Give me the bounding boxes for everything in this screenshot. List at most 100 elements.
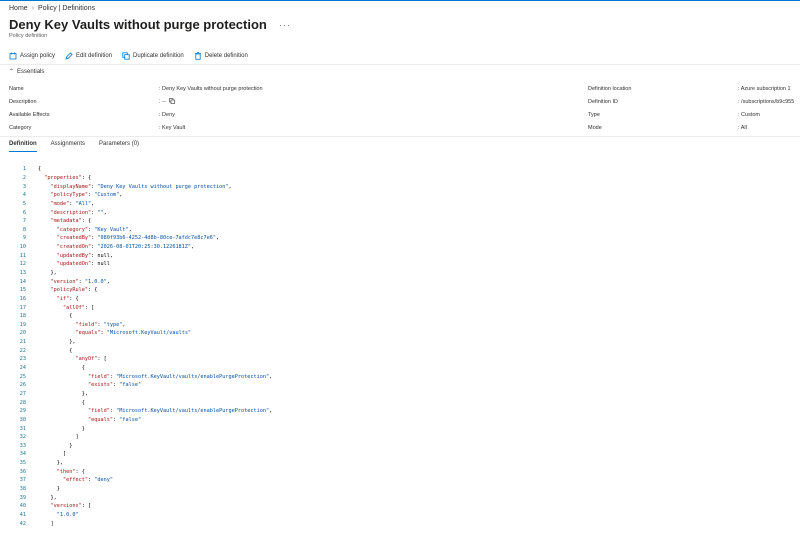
code-line: 16 "if": { xyxy=(0,295,800,304)
code-text: }, xyxy=(38,390,88,397)
code-line: 18 { xyxy=(0,312,800,321)
code-line: 4 "policyType": "Custom", xyxy=(0,191,800,200)
essentials-row-mode: Mode : All xyxy=(588,121,798,134)
line-number: 39 xyxy=(19,494,26,501)
code-text: "policyType": "Custom", xyxy=(50,192,123,199)
code-line: 32 ] xyxy=(0,433,800,442)
essentials-row-effects: Available Effects : Deny xyxy=(9,108,399,121)
line-number: 18 xyxy=(19,313,26,320)
essentials-value-location[interactable]: : Azure subscription 1 xyxy=(738,86,798,92)
essentials-row-description: Description : -- xyxy=(9,95,399,108)
trash-icon xyxy=(194,52,202,60)
code-text: "displayName": "Deny Key Vaults without … xyxy=(50,183,232,190)
code-text: "field": "type", xyxy=(75,321,126,328)
duplicate-definition-button[interactable]: Duplicate definition xyxy=(122,52,184,60)
code-line: 17 "allOf": [ xyxy=(0,303,800,312)
assign-icon xyxy=(9,52,17,60)
line-number: 30 xyxy=(19,416,26,423)
code-line: 21 }, xyxy=(0,338,800,347)
code-line: 42 ] xyxy=(0,519,800,528)
essentials-label: Essentials xyxy=(17,68,45,75)
breadcrumb: Home › Policy | Definitions xyxy=(9,5,95,12)
code-line: 34 ] xyxy=(0,450,800,459)
essentials-row-type: Type : Custom xyxy=(588,108,798,121)
line-number: 8 xyxy=(22,226,26,233)
code-text: }, xyxy=(38,270,57,276)
code-text: "effect": "deny" xyxy=(63,477,113,484)
tab-parameters[interactable]: Parameters (0) xyxy=(99,141,139,152)
duplicate-icon xyxy=(122,52,130,60)
line-number: 6 xyxy=(22,209,26,216)
edit-definition-button[interactable]: Edit definition xyxy=(65,52,112,60)
code-line: 13 }, xyxy=(0,269,800,278)
code-line: 20 "equals": "Microsoft.KeyVault/vaults" xyxy=(0,329,800,338)
code-text: ] xyxy=(38,434,79,441)
code-line: 7 "metadata": { xyxy=(0,217,800,226)
title-row: Deny Key Vaults without purge protection… xyxy=(9,17,291,32)
line-number: 16 xyxy=(19,295,26,302)
code-line: 22 { xyxy=(0,346,800,355)
line-number: 29 xyxy=(19,408,26,415)
code-line: 12 "updatedOn": null xyxy=(0,260,800,269)
code-line: 1{ xyxy=(0,165,800,174)
code-text: } xyxy=(38,486,60,493)
code-text: }, xyxy=(38,460,63,467)
line-number: 4 xyxy=(22,192,26,199)
tab-assignments[interactable]: Assignments xyxy=(51,141,85,152)
essentials-row-location: Definition location : Azure subscription… xyxy=(588,82,798,95)
essentials-value-description: : -- xyxy=(159,98,166,105)
code-text: "field": "Microsoft.KeyVault/vaults/enab… xyxy=(87,373,273,380)
line-number: 23 xyxy=(19,356,26,363)
line-number: 32 xyxy=(19,434,26,441)
line-number: 11 xyxy=(19,252,26,259)
line-number: 3 xyxy=(22,183,26,190)
code-line: 6 "description": "", xyxy=(0,208,800,217)
essentials-left-column: Name : Deny Key Vaults without purge pro… xyxy=(9,82,399,134)
essentials-label-category: Category xyxy=(9,124,32,131)
delete-definition-button[interactable]: Delete definition xyxy=(194,52,248,60)
line-number: 28 xyxy=(19,399,26,406)
code-line: 11 "updatedBy": null, xyxy=(0,251,800,260)
json-code-editor[interactable]: 1{2 "properties": {3 "displayName": "Den… xyxy=(0,165,800,528)
code-line: 25 "field": "Microsoft.KeyVault/vaults/e… xyxy=(0,372,800,381)
code-text: } xyxy=(38,442,73,449)
more-options-icon[interactable]: ··· xyxy=(279,20,291,30)
code-line: 23 "anyOf": [ xyxy=(0,355,800,364)
essentials-row-name: Name : Deny Key Vaults without purge pro… xyxy=(9,82,399,95)
tab-bar: Definition Assignments Parameters (0) xyxy=(9,141,139,152)
code-text: { xyxy=(38,313,73,320)
line-number: 15 xyxy=(19,287,26,294)
line-number: 34 xyxy=(19,451,26,458)
code-text: "description": "", xyxy=(50,209,107,216)
essentials-label-description: Description xyxy=(9,98,37,105)
line-number: 13 xyxy=(19,270,26,276)
code-line: 3 "displayName": "Deny Key Vaults withou… xyxy=(0,182,800,191)
breadcrumb-current[interactable]: Policy | Definitions xyxy=(38,5,95,12)
code-text: "anyOf": [ xyxy=(75,356,107,363)
chevron-up-icon: ⌃ xyxy=(9,69,15,75)
code-text: "equals": "Microsoft.KeyVault/vaults" xyxy=(75,330,192,337)
code-text: { xyxy=(38,399,85,406)
line-number: 1 xyxy=(22,166,26,173)
code-text: "createdBy": "080f93b6-4252-4d8b-80ce-7a… xyxy=(56,235,220,242)
code-line: 15 "policyRule": { xyxy=(0,286,800,295)
code-text: "updatedBy": null, xyxy=(56,252,113,259)
line-number: 24 xyxy=(19,365,26,372)
code-line: 31 } xyxy=(0,424,800,433)
assign-policy-button[interactable]: Assign policy xyxy=(9,52,55,60)
code-text: { xyxy=(38,347,73,354)
code-text: "updatedOn": null xyxy=(56,261,110,268)
line-number: 12 xyxy=(19,261,26,268)
breadcrumb-home[interactable]: Home xyxy=(9,5,28,12)
code-text: "metadata": { xyxy=(50,218,92,225)
duplicate-definition-label: Duplicate definition xyxy=(133,53,184,59)
code-line: 24 { xyxy=(0,364,800,373)
toolbar-divider xyxy=(0,64,800,65)
line-number: 7 xyxy=(22,218,26,225)
tab-definition[interactable]: Definition xyxy=(9,141,37,152)
code-line: 36 "then": { xyxy=(0,467,800,476)
essentials-divider xyxy=(0,136,800,137)
copy-icon[interactable] xyxy=(169,98,176,105)
essentials-toggle[interactable]: ⌃ Essentials xyxy=(9,68,45,76)
code-text: }, xyxy=(38,494,57,501)
